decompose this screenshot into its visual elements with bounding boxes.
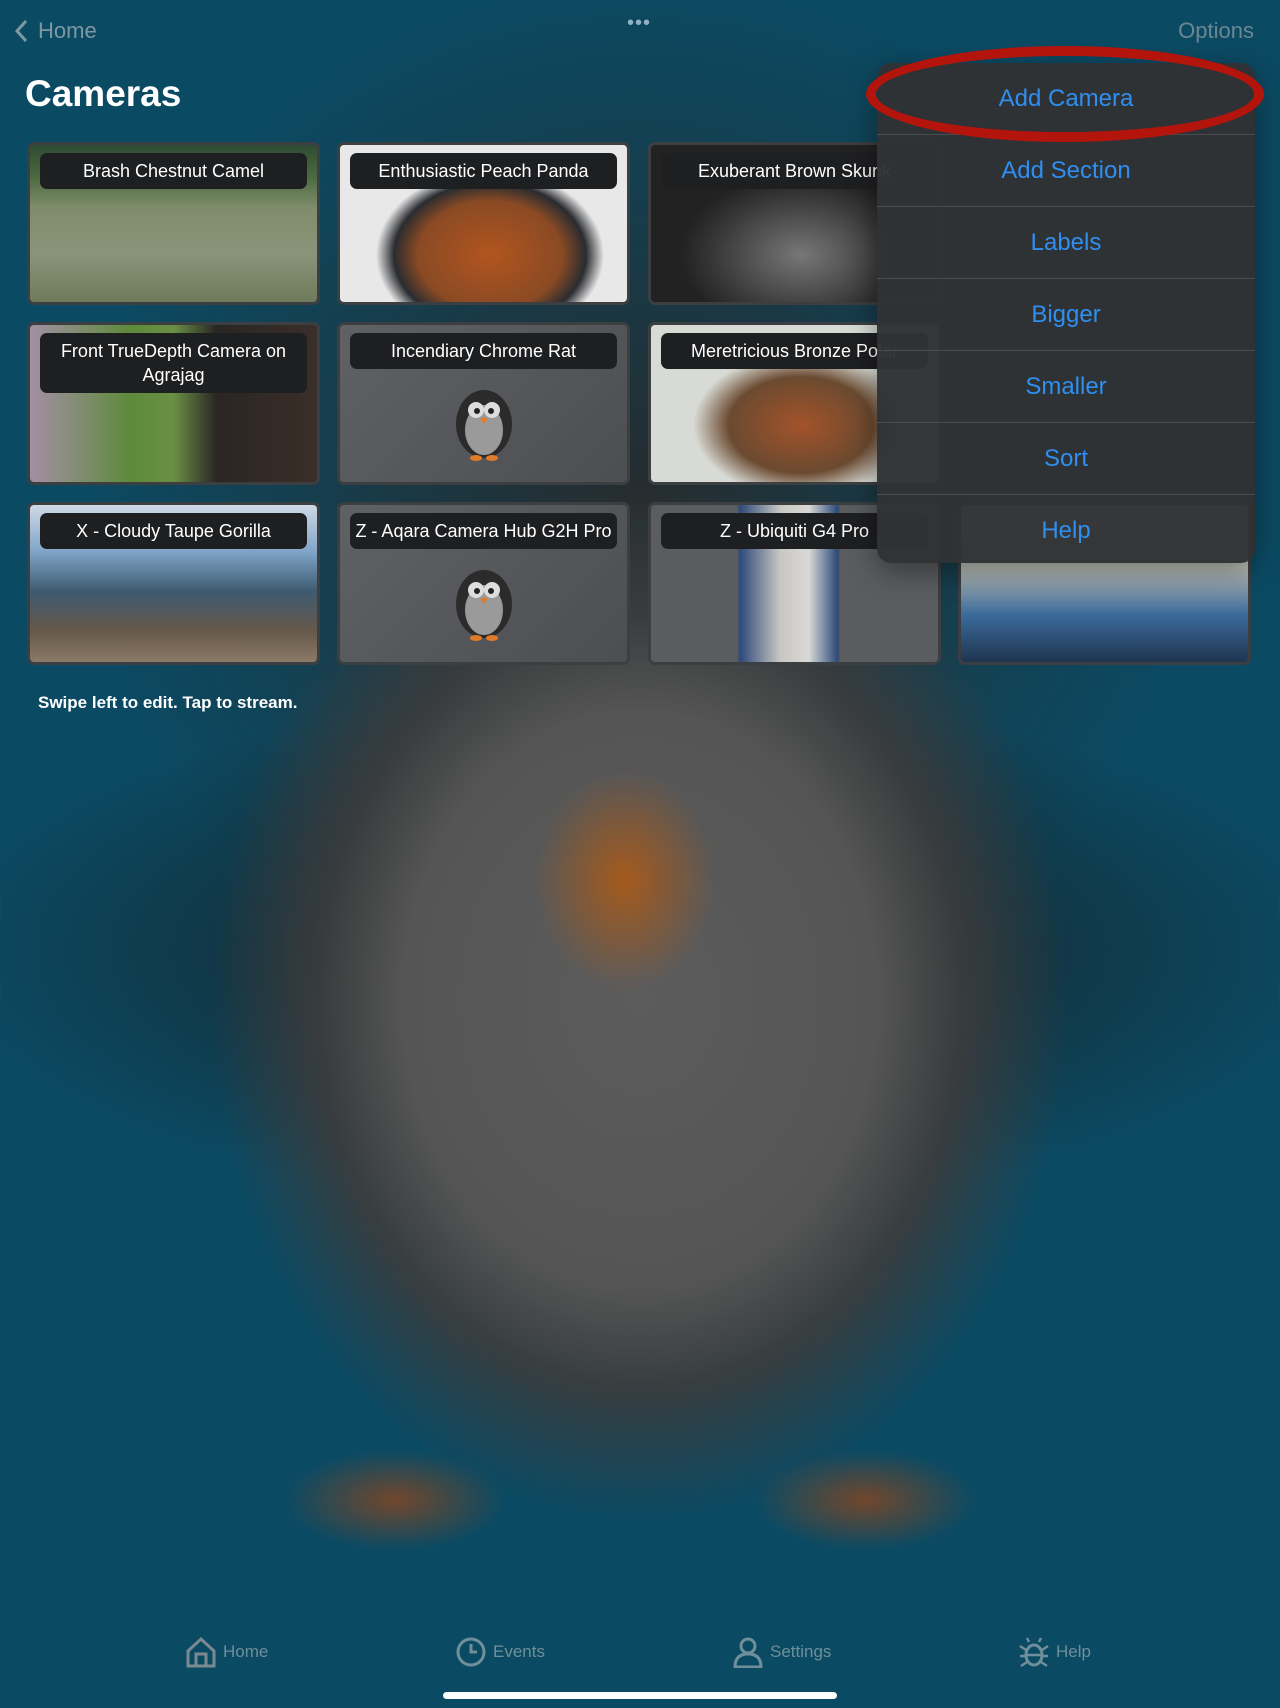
camera-label: X - Cloudy Taupe Gorilla: [40, 513, 307, 549]
tab-label: Home: [223, 1642, 269, 1661]
multitasking-dots-icon[interactable]: •••: [627, 12, 651, 35]
bug-icon: [1019, 1637, 1049, 1668]
camera-tile[interactable]: Enthusiastic Peach Panda: [337, 142, 630, 305]
person-icon: [733, 1637, 763, 1668]
camera-label: Enthusiastic Peach Panda: [350, 153, 617, 189]
tab-home[interactable]: Home: [185, 1636, 268, 1668]
camera-label: Incendiary Chrome Rat: [350, 333, 617, 369]
hint-text: Swipe left to edit. Tap to stream.: [38, 693, 298, 712]
back-label: Home: [38, 18, 97, 43]
menu-item-add-camera[interactable]: Add Camera: [877, 63, 1255, 135]
page-title: Cameras: [25, 73, 182, 114]
camera-tile[interactable]: Front TrueDepth Camera on Agrajag: [27, 322, 320, 485]
camera-tile[interactable]: Incendiary Chrome Rat: [337, 322, 630, 485]
tab-events[interactable]: Events: [455, 1636, 545, 1668]
chevron-left-icon: [14, 19, 28, 43]
options-menu: Add Camera Add Section Labels Bigger Sma…: [877, 63, 1255, 563]
menu-item-add-section[interactable]: Add Section: [877, 135, 1255, 207]
tab-bar: Home Events Settings Help: [0, 1630, 1280, 1676]
tab-label: Events: [493, 1642, 545, 1661]
tab-label: Settings: [770, 1642, 832, 1661]
menu-item-sort[interactable]: Sort: [877, 423, 1255, 495]
home-icon: [186, 1636, 216, 1668]
camera-label: Brash Chestnut Camel: [40, 153, 307, 189]
options-button[interactable]: Options: [1178, 18, 1254, 44]
camera-tile[interactable]: X - Cloudy Taupe Gorilla: [27, 502, 320, 665]
home-indicator[interactable]: [443, 1692, 837, 1699]
penguin-placeholder-icon: [455, 570, 512, 642]
menu-item-bigger[interactable]: Bigger: [877, 279, 1255, 351]
clock-icon: [456, 1637, 486, 1667]
tab-settings[interactable]: Settings: [732, 1636, 831, 1668]
menu-item-labels[interactable]: Labels: [877, 207, 1255, 279]
camera-tile[interactable]: Brash Chestnut Camel: [27, 142, 320, 305]
back-button[interactable]: Home: [14, 18, 97, 44]
menu-item-smaller[interactable]: Smaller: [877, 351, 1255, 423]
penguin-placeholder-icon: [455, 390, 512, 462]
camera-label: Z - Aqara Camera Hub G2H Pro: [350, 513, 617, 549]
menu-item-help[interactable]: Help: [877, 495, 1255, 563]
tab-help[interactable]: Help: [1018, 1636, 1091, 1668]
camera-label: Front TrueDepth Camera on Agrajag: [40, 333, 307, 393]
camera-tile[interactable]: Z - Aqara Camera Hub G2H Pro: [337, 502, 630, 665]
tab-label: Help: [1056, 1642, 1091, 1661]
